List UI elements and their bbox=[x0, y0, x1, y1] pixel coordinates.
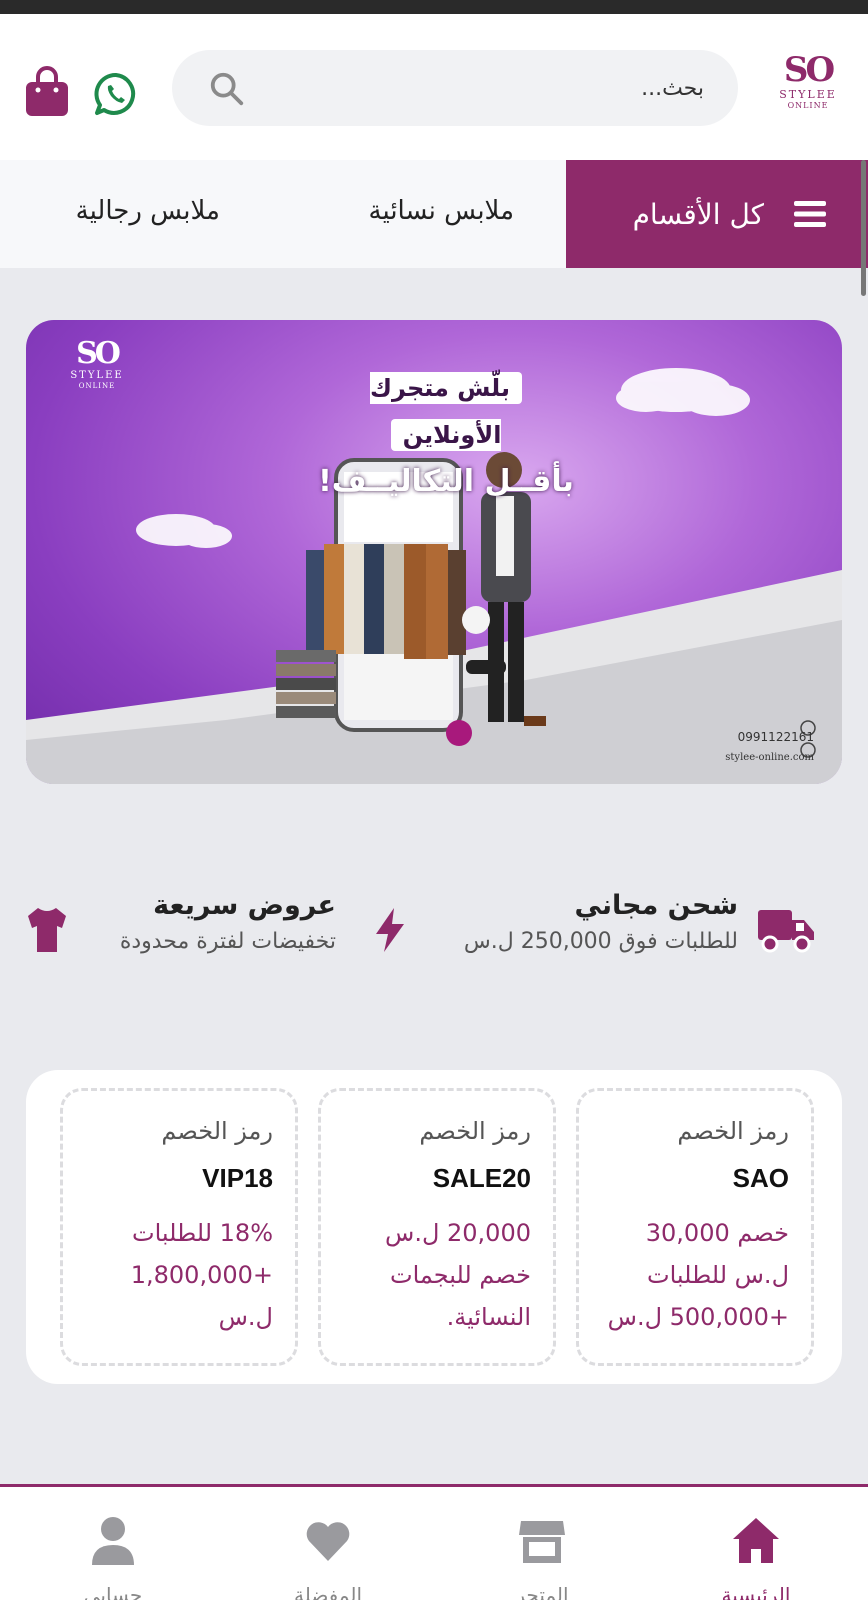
coupon-card[interactable]: رمز الخصم SALE20 20,000 ل.س خصم للبجمات … bbox=[318, 1088, 556, 1366]
coupon-desc-line: +500,000 ل.س bbox=[607, 1303, 789, 1331]
search-icon[interactable] bbox=[208, 70, 246, 108]
search-input[interactable] bbox=[324, 68, 704, 108]
coupon-desc-line: ل.س للطلبات bbox=[646, 1261, 789, 1289]
user-icon bbox=[92, 1517, 134, 1565]
menu-icon bbox=[794, 201, 826, 227]
search-bar bbox=[172, 50, 738, 126]
banner-headline: بلّش متجرك الأونلاين بأقــل التكاليــف! bbox=[316, 366, 576, 504]
feature-title: شحن مجاني bbox=[574, 890, 738, 921]
all-categories-label: كل الأقسام bbox=[632, 197, 764, 231]
feature-title: عروض سريعة bbox=[153, 890, 336, 921]
coupon-desc-line: 20,000 ل.س bbox=[385, 1219, 531, 1247]
coupon-description: 20,000 ل.س خصم للبجمات النسائية. bbox=[339, 1212, 531, 1338]
shopping-bag-icon[interactable] bbox=[24, 66, 70, 118]
coupon-card[interactable]: رمز الخصم VIP18 18% للطلبات +1,800,000 ل… bbox=[60, 1088, 298, 1366]
banner-logo-monogram: SO bbox=[76, 336, 121, 371]
nav-account[interactable]: حسابي bbox=[53, 1515, 173, 1600]
coupon-desc-line: النسائية. bbox=[446, 1303, 531, 1331]
coupon-desc-line: ل.س bbox=[218, 1303, 273, 1331]
home-icon bbox=[733, 1518, 779, 1563]
coupon-description: 18% للطلبات +1,800,000 ل.س bbox=[81, 1212, 273, 1338]
coupon-desc-line: خصم للبجمات bbox=[389, 1261, 531, 1289]
feature-subtitle: تخفيضات لفترة محدودة bbox=[119, 929, 336, 954]
promo-banner[interactable]: SO STYLEE ONLINE بلّش متجرك الأونلاين بأ… bbox=[26, 320, 842, 784]
nav-home[interactable]: الرئيسية bbox=[696, 1515, 816, 1600]
tab-women-clothing[interactable]: ملابس نسائية bbox=[369, 196, 514, 226]
banner-headline-line1: بلّش متجرك الأونلاين bbox=[370, 372, 522, 451]
nav-label: الرئيسية bbox=[721, 1583, 791, 1600]
coupon-code[interactable]: VIP18 bbox=[81, 1163, 273, 1194]
logo[interactable]: SO STYLEE ONLINE bbox=[772, 52, 844, 111]
status-bar bbox=[0, 0, 868, 14]
banner-logo: SO STYLEE ONLINE bbox=[64, 336, 130, 391]
carousel-indicator-active[interactable] bbox=[446, 720, 472, 746]
store-icon bbox=[519, 1521, 565, 1563]
banner-logo-sub: ONLINE bbox=[78, 382, 116, 390]
heart-icon bbox=[306, 1522, 350, 1561]
logo-monogram: SO bbox=[783, 50, 835, 90]
truck-icon bbox=[758, 910, 814, 953]
coupon-label: رمز الخصم bbox=[677, 1117, 789, 1145]
coupon-label: رمز الخصم bbox=[419, 1117, 531, 1145]
nav-label: حسابي bbox=[83, 1583, 143, 1600]
coupon-code[interactable]: SAO bbox=[597, 1163, 789, 1194]
bolt-icon bbox=[376, 908, 404, 952]
banner-website: stylee-online.com bbox=[725, 752, 814, 763]
bottom-navigation: حسابي المفضلة المتجر الرئيسية bbox=[0, 1484, 868, 1600]
coupon-label: رمز الخصم bbox=[161, 1117, 273, 1145]
shirt-icon bbox=[28, 908, 66, 952]
nav-favorites[interactable]: المفضلة bbox=[268, 1515, 388, 1600]
coupon-code[interactable]: SALE20 bbox=[339, 1163, 531, 1194]
banner-headline-line2: بأقــل التكاليــف! bbox=[318, 464, 574, 499]
nav-label: المتجر bbox=[515, 1583, 569, 1600]
coupon-desc-line: +1,800,000 bbox=[130, 1261, 273, 1289]
feature-subtitle: للطلبات فوق 250,000 ل.س bbox=[463, 929, 738, 954]
tab-men-clothing[interactable]: ملابس رجالية bbox=[76, 196, 220, 226]
coupons-card: رمز الخصم SAO خصم 30,000 ل.س للطلبات +50… bbox=[26, 1070, 842, 1384]
banner-phone: 0991122161 bbox=[737, 730, 814, 744]
banner-logo-brand: STYLEE bbox=[70, 370, 124, 381]
coupon-description: خصم 30,000 ل.س للطلبات +500,000 ل.س bbox=[597, 1212, 789, 1338]
nav-store[interactable]: المتجر bbox=[482, 1515, 602, 1600]
feature-free-shipping: شحن مجاني للطلبات فوق 250,000 ل.س bbox=[464, 890, 738, 954]
coupon-desc-line: 18% للطلبات bbox=[131, 1219, 273, 1247]
header: SO STYLEE ONLINE bbox=[0, 14, 868, 160]
coupon-card[interactable]: رمز الخصم SAO خصم 30,000 ل.س للطلبات +50… bbox=[576, 1088, 814, 1366]
nav-label: المفضلة bbox=[293, 1583, 363, 1600]
logo-brand: STYLEE bbox=[779, 88, 837, 101]
whatsapp-icon[interactable] bbox=[94, 72, 138, 116]
category-bar: كل الأقسام ملابس نسائية ملابس رجالية bbox=[0, 160, 868, 268]
all-categories-button[interactable]: كل الأقسام bbox=[566, 160, 868, 268]
feature-flash-offers: عروض سريعة تخفيضات لفترة محدودة bbox=[120, 890, 336, 954]
logo-sub: ONLINE bbox=[787, 101, 829, 110]
scrollbar[interactable] bbox=[861, 160, 866, 296]
coupon-desc-line: خصم 30,000 bbox=[645, 1219, 789, 1247]
